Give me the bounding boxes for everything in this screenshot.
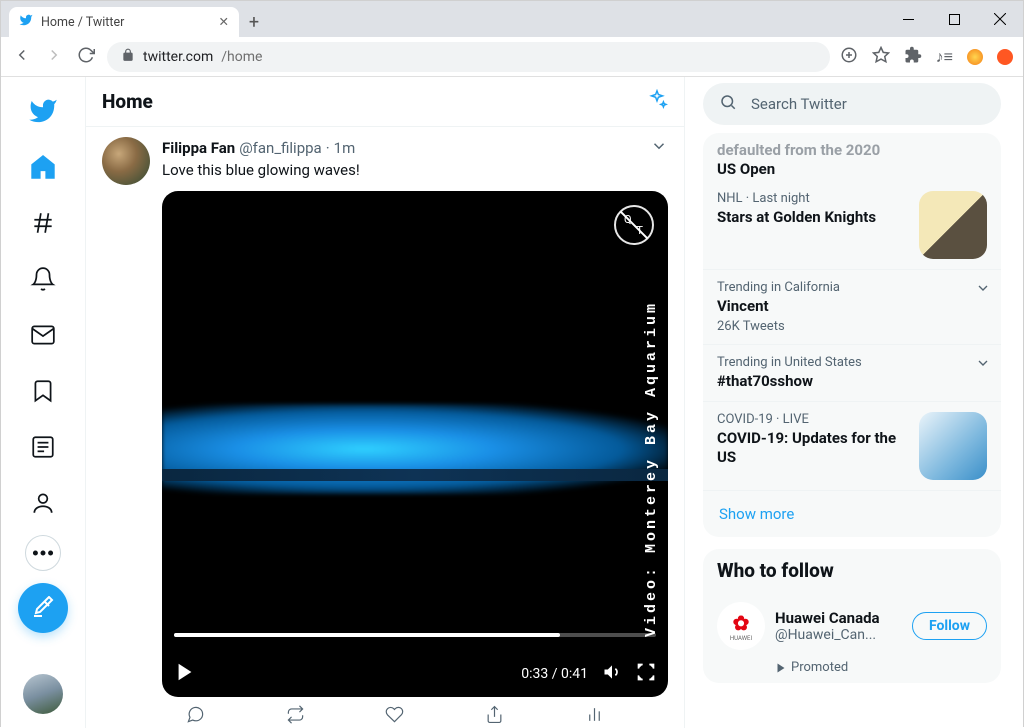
follow-button[interactable]: Follow bbox=[912, 612, 987, 640]
ext1-icon[interactable] bbox=[967, 49, 983, 65]
new-tab-button[interactable]: + bbox=[239, 7, 269, 37]
suggestion-handle: @Huawei_Can... bbox=[775, 627, 902, 643]
trend-item-2[interactable]: Trending in California Vincent 26K Tweet… bbox=[703, 270, 1001, 346]
account-avatar[interactable] bbox=[23, 674, 63, 714]
tweet-handle[interactable]: @fan_filippa bbox=[239, 139, 322, 157]
video-time: 0:33 / 0:41 bbox=[521, 666, 588, 682]
video-watermark: Video: Monterey Bay Aquarium bbox=[643, 301, 660, 637]
close-tab-icon[interactable]: ✕ bbox=[219, 14, 229, 30]
trend-thumb bbox=[919, 412, 987, 480]
ext2-icon[interactable] bbox=[997, 49, 1013, 65]
add-icon[interactable] bbox=[840, 46, 858, 68]
tweet-time[interactable]: 1m bbox=[334, 139, 356, 157]
page-content: Home Filippa Fan @fan_filippa · 1m Love … bbox=[1, 77, 1023, 728]
browser-titlebar: Home / Twitter ✕ + bbox=[1, 1, 1023, 37]
analytics-button[interactable] bbox=[585, 705, 604, 728]
twitter-logo[interactable] bbox=[19, 87, 67, 135]
who-to-follow-panel: Who to follow ✿ HUAWEI Huawei Canada @Hu… bbox=[703, 549, 1001, 683]
twitter-favicon-icon bbox=[19, 13, 33, 31]
suggestion-name: Huawei Canada bbox=[775, 609, 902, 627]
chevron-down-icon[interactable] bbox=[975, 280, 991, 300]
tweet-more-icon[interactable] bbox=[650, 137, 668, 159]
trend-truncated[interactable]: defaulted from the 2020 US Open bbox=[703, 133, 1001, 181]
promoted-label: Promoted bbox=[703, 660, 1001, 683]
fullscreen-icon[interactable] bbox=[636, 662, 656, 686]
home-nav[interactable] bbox=[19, 143, 67, 191]
toolbar-extensions: ♪≡ bbox=[840, 46, 1013, 68]
search-box[interactable]: Search Twitter bbox=[703, 83, 1001, 125]
right-column: Search Twitter defaulted from the 2020 U… bbox=[685, 77, 1023, 728]
music-icon[interactable]: ♪≡ bbox=[936, 47, 953, 67]
sidebar bbox=[1, 77, 85, 728]
suggestion-avatar: ✿ HUAWEI bbox=[717, 602, 765, 650]
retweet-button[interactable] bbox=[286, 705, 305, 728]
explore-nav[interactable] bbox=[19, 199, 67, 247]
bookmarks-nav[interactable] bbox=[19, 367, 67, 415]
tweet-actions bbox=[86, 697, 684, 728]
tweet-video[interactable]: QT Video: Monterey Bay Aquarium 0:33 / 0… bbox=[162, 191, 668, 697]
more-nav[interactable] bbox=[25, 535, 61, 571]
notifications-nav[interactable] bbox=[19, 255, 67, 303]
url-host: twitter.com bbox=[143, 49, 213, 65]
tab-title: Home / Twitter bbox=[41, 15, 211, 30]
video-controls: 0:33 / 0:41 bbox=[174, 661, 656, 687]
tweet[interactable]: Filippa Fan @fan_filippa · 1m Love this … bbox=[86, 127, 684, 697]
search-placeholder: Search Twitter bbox=[751, 95, 847, 113]
reload-button[interactable] bbox=[75, 46, 97, 68]
main-header: Home bbox=[86, 77, 684, 127]
video-source-badge: QT bbox=[614, 205, 654, 245]
trend-item-1[interactable]: NHL · Last night Stars at Golden Knights bbox=[703, 181, 1001, 270]
maximize-button[interactable] bbox=[931, 1, 977, 37]
reply-button[interactable] bbox=[186, 705, 205, 728]
back-button[interactable] bbox=[11, 46, 33, 68]
messages-nav[interactable] bbox=[19, 311, 67, 359]
page-title: Home bbox=[102, 90, 153, 113]
url-path: /home bbox=[221, 49, 262, 65]
timeline-options-icon[interactable] bbox=[646, 89, 668, 115]
like-button[interactable] bbox=[385, 705, 404, 728]
chevron-down-icon[interactable] bbox=[975, 355, 991, 375]
tweet-text: Love this blue glowing waves! bbox=[162, 161, 668, 179]
follow-suggestion[interactable]: ✿ HUAWEI Huawei Canada @Huawei_Can... Fo… bbox=[703, 592, 1001, 660]
browser-tab[interactable]: Home / Twitter ✕ bbox=[9, 7, 239, 37]
address-bar[interactable]: twitter.com/home bbox=[107, 42, 830, 72]
share-button[interactable] bbox=[485, 705, 504, 728]
browser-toolbar: twitter.com/home ♪≡ bbox=[1, 37, 1023, 77]
lock-icon bbox=[121, 48, 135, 66]
star-icon[interactable] bbox=[872, 46, 890, 68]
play-button[interactable] bbox=[174, 661, 196, 687]
trend-thumb bbox=[919, 191, 987, 259]
lists-nav[interactable] bbox=[19, 423, 67, 471]
search-icon bbox=[719, 93, 737, 115]
window-controls bbox=[885, 1, 1023, 37]
forward-button[interactable] bbox=[43, 46, 65, 68]
tweet-avatar[interactable] bbox=[102, 137, 150, 185]
trend-item-3[interactable]: Trending in United States #that70sshow bbox=[703, 345, 1001, 402]
profile-nav[interactable] bbox=[19, 479, 67, 527]
trend-item-4[interactable]: COVID-19 · LIVE COVID-19: Updates for th… bbox=[703, 402, 1001, 491]
video-progress[interactable] bbox=[174, 633, 656, 637]
main-column: Home Filippa Fan @fan_filippa · 1m Love … bbox=[85, 77, 685, 728]
close-window-button[interactable] bbox=[977, 1, 1023, 37]
minimize-button[interactable] bbox=[885, 1, 931, 37]
trends-panel: defaulted from the 2020 US Open NHL · La… bbox=[703, 133, 1001, 537]
compose-tweet-button[interactable] bbox=[18, 583, 68, 633]
show-more-link[interactable]: Show more bbox=[703, 491, 1001, 537]
volume-icon[interactable] bbox=[602, 662, 622, 686]
tweet-author[interactable]: Filippa Fan bbox=[162, 139, 235, 157]
who-to-follow-header: Who to follow bbox=[703, 549, 1001, 592]
extensions-icon[interactable] bbox=[904, 46, 922, 68]
